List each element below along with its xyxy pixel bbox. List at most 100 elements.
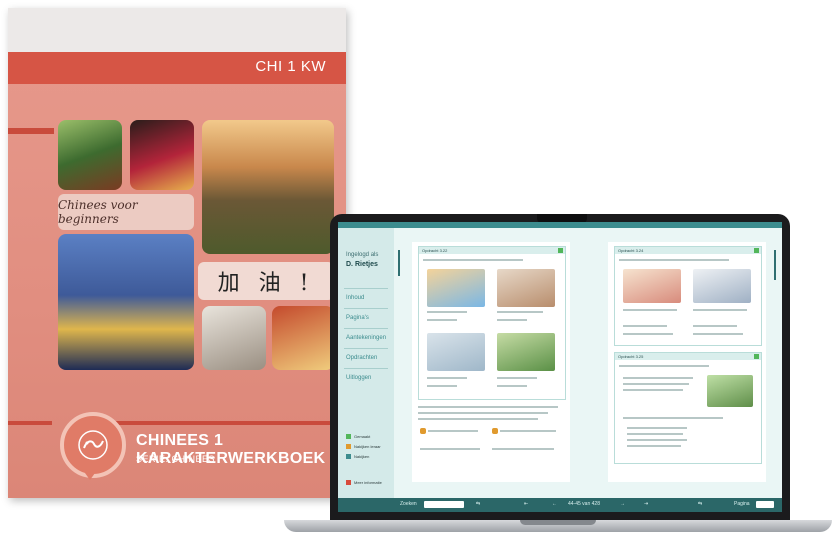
text-line (619, 365, 709, 367)
text-line (623, 325, 667, 327)
more-info-label: Meer informatie (354, 480, 382, 485)
last-page-icon[interactable]: ⇥ (644, 501, 648, 507)
cover-slogan-box: 加 油 ! (198, 262, 334, 300)
text-line (420, 448, 480, 450)
text-line (693, 309, 747, 311)
text-line (427, 385, 457, 387)
text-line (497, 319, 527, 321)
text-line (492, 448, 554, 450)
done-check-icon (754, 248, 759, 253)
text-line (500, 430, 556, 432)
cover-bottom-line-left (8, 421, 52, 425)
next-page-icon[interactable]: → (620, 501, 625, 507)
exercise-image (623, 269, 681, 303)
legend-swatch (346, 434, 351, 439)
text-line (623, 377, 693, 379)
badge-pin-shape (80, 466, 100, 480)
exercise-card[interactable]: Opdracht 3.25 (614, 352, 762, 464)
text-line (423, 259, 523, 261)
sidebar-divider (344, 348, 388, 349)
done-check-icon (754, 354, 759, 359)
text-line (693, 325, 737, 327)
text-line (627, 445, 681, 447)
text-line (427, 311, 467, 313)
more-info-link[interactable]: Meer informatie (346, 480, 382, 485)
search-input[interactable] (424, 501, 464, 508)
text-line (619, 259, 729, 261)
sidebar-item-uitloggen[interactable]: Uitloggen (346, 375, 371, 381)
exercise-image (707, 375, 753, 407)
text-line (418, 412, 548, 414)
calligraphy-photo (202, 306, 266, 370)
left-scrollbar[interactable] (398, 250, 400, 276)
text-line (623, 333, 673, 335)
legend-label: Nakijken (354, 454, 370, 459)
text-line (627, 427, 687, 429)
text-line (693, 333, 743, 335)
laptop-screen: Ingelogd als D. Rietjes Inhoud Pagina's … (338, 222, 782, 512)
text-line (623, 417, 723, 419)
bottom-toolbar: Zoeken ⇆ ⇤ ← 44-45 van 428 → ⇥ ⇆ Pagina (338, 498, 782, 512)
exercise-image (497, 269, 555, 307)
prev-page-icon[interactable]: ← (552, 501, 557, 507)
text-line (623, 309, 677, 311)
exercise-title: Opdracht 3.22 (419, 247, 565, 254)
cover-top-strip (8, 8, 346, 52)
right-page: Opdracht 3.24 Opdracht 3.25 (608, 242, 766, 482)
sidebar-divider (344, 288, 388, 289)
zoom-icon[interactable]: ⇆ (476, 501, 480, 507)
legend-item: Nakijken leraar (346, 444, 381, 449)
book-viewer: Opdracht 3.22 Opdracht 3.24 Opdracht 3.2… (394, 228, 782, 498)
page-label: Pagina (734, 501, 750, 507)
workbook-cover: CHI 1 KW Chinees voor beginners 加 油 ! CH… (8, 8, 346, 498)
page-input[interactable] (756, 501, 774, 508)
text-line (427, 377, 467, 379)
text-line (627, 439, 687, 441)
great-wall-photo (202, 120, 334, 254)
book-code: CHI 1 KW (255, 58, 326, 75)
cover-slogan: 加 油 ! (217, 271, 315, 296)
sidebar-item-aantekeningen[interactable]: Aantekeningen (346, 335, 386, 341)
fit-icon[interactable]: ⇆ (698, 501, 702, 507)
search-label: Zoeken (400, 501, 417, 507)
left-page: Opdracht 3.22 (412, 242, 570, 482)
info-icon (346, 480, 351, 485)
sidebar-divider (344, 308, 388, 309)
text-line (623, 389, 683, 391)
sidebar-item-inhoud[interactable]: Inhoud (346, 295, 364, 301)
exercise-image (497, 333, 555, 371)
exercise-image (693, 269, 751, 303)
tip-icon (420, 428, 426, 434)
city-skyline-photo (58, 234, 194, 370)
sidebar-divider (344, 368, 388, 369)
cover-subtitle-box: Chinees voor beginners (58, 194, 194, 230)
legend-swatch (346, 454, 351, 459)
exercise-image (427, 269, 485, 307)
legend-swatch (346, 444, 351, 449)
cover-accent-line (8, 128, 54, 134)
laptop-base-notch (520, 520, 596, 525)
legend-label: Gemaakt (354, 434, 371, 439)
food-photo (272, 306, 334, 370)
exercise-image (427, 333, 485, 371)
text-line (418, 418, 538, 420)
right-scrollbar[interactable] (774, 250, 776, 280)
text-line (497, 311, 543, 313)
done-check-icon (558, 248, 563, 253)
logged-in-user: D. Rietjes (346, 261, 378, 268)
exercise-title: Opdracht 3.24 (615, 247, 761, 254)
tip-icon (492, 428, 498, 434)
legend-item: Nakijken (346, 454, 369, 459)
exercise-title: Opdracht 3.25 (615, 353, 761, 360)
exercise-card[interactable]: Opdracht 3.24 (614, 246, 762, 346)
sidebar-item-opdrachten[interactable]: Opdrachten (346, 355, 377, 361)
book-series: SERIE: CHINEES (136, 454, 216, 464)
text-line (418, 406, 558, 408)
pagoda-photo (58, 120, 122, 190)
first-page-icon[interactable]: ⇤ (524, 501, 528, 507)
sidebar-item-paginas[interactable]: Pagina's (346, 315, 369, 321)
exercise-card[interactable]: Opdracht 3.22 (418, 246, 566, 400)
text-line (497, 377, 537, 379)
page-indicator: 44-45 van 428 (568, 501, 600, 507)
sidebar-divider (344, 328, 388, 329)
